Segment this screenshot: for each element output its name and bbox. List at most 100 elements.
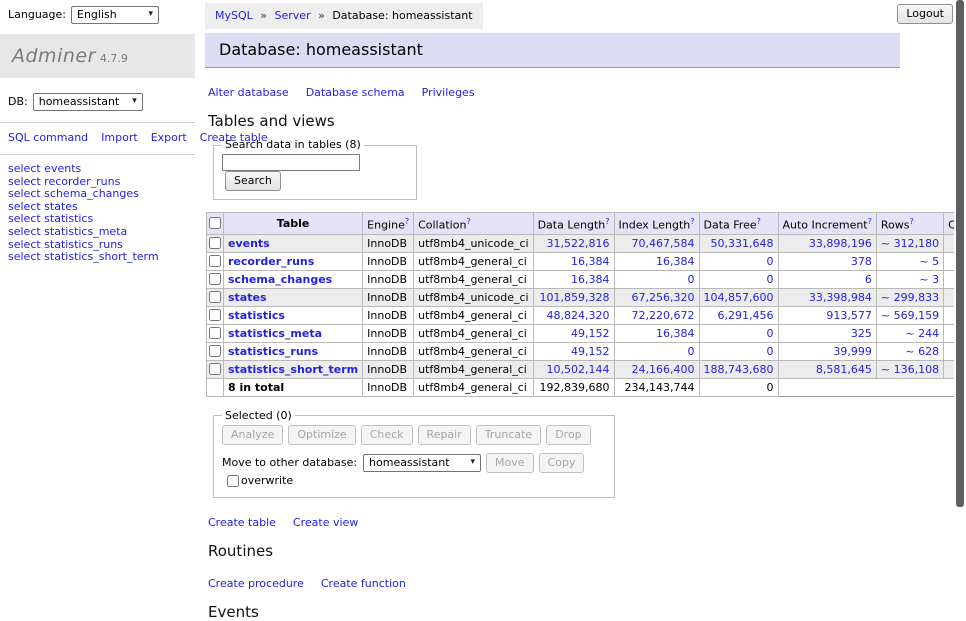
data-length-value[interactable]: 48,824,320: [547, 309, 610, 322]
drop-button[interactable]: Drop: [546, 425, 590, 445]
help-link[interactable]: ?: [868, 217, 872, 226]
rows-estimate-value[interactable]: ~ 628: [905, 345, 939, 358]
collation-cell: utf8mb4_general_ci: [414, 324, 533, 342]
scrollbar-thumb[interactable]: [956, 0, 964, 507]
help-link[interactable]: ?: [690, 217, 694, 226]
create-table-link[interactable]: Create table: [208, 516, 276, 529]
auto-increment-value[interactable]: 33,398,984: [809, 291, 872, 304]
row-checkbox[interactable]: [209, 273, 221, 285]
auto-increment-value[interactable]: 6: [865, 273, 872, 286]
help-link[interactable]: ?: [909, 217, 913, 226]
index-length-value[interactable]: 0: [688, 273, 695, 286]
rows-estimate-value[interactable]: ~ 244: [905, 327, 939, 340]
row-checkbox[interactable]: [209, 327, 221, 339]
sidebar-select-schema-changes[interactable]: select schema_changes: [8, 188, 187, 201]
sidebar-action-export[interactable]: Export: [151, 131, 187, 144]
sidebar-select-statistics-meta[interactable]: select statistics_meta: [8, 226, 187, 239]
data-length-value[interactable]: 101,859,328: [540, 291, 610, 304]
copy-button[interactable]: Copy: [539, 453, 585, 473]
data-length-value[interactable]: 16,384: [571, 273, 610, 286]
table-link-states[interactable]: states: [228, 291, 267, 304]
data-free-value[interactable]: 50,331,648: [711, 237, 774, 250]
data-length-value[interactable]: 10,502,144: [547, 363, 610, 376]
auto-increment-value[interactable]: 39,999: [833, 345, 872, 358]
breadcrumb-link-mysql[interactable]: MySQL: [215, 9, 253, 22]
search-button[interactable]: Search: [225, 171, 281, 191]
sidebar-select-events[interactable]: select events: [8, 163, 187, 176]
sidebar-action-sql-command[interactable]: SQL command: [8, 131, 88, 144]
create-function-link[interactable]: Create function: [321, 577, 406, 590]
rows-estimate-value[interactable]: ~ 3: [919, 273, 939, 286]
row-checkbox[interactable]: [209, 291, 221, 303]
selected-action-buttons: AnalyzeOptimize CheckRepairTruncateDrop: [222, 425, 606, 445]
data-free-value[interactable]: 104,857,600: [704, 291, 774, 304]
index-length-value[interactable]: 72,220,672: [632, 309, 695, 322]
move-button[interactable]: Move: [486, 453, 534, 473]
index-length-value[interactable]: 0: [688, 345, 695, 358]
table-name-cell: statistics_meta: [224, 324, 363, 342]
create-view-link[interactable]: Create view: [293, 516, 358, 529]
check-button[interactable]: Check: [361, 425, 413, 445]
scrollbar[interactable]: [954, 0, 966, 543]
index-length-value[interactable]: 16,384: [656, 327, 695, 340]
truncate-button[interactable]: Truncate: [476, 425, 541, 445]
rows-estimate-value[interactable]: ~ 569,159: [881, 309, 939, 322]
overwrite-checkbox[interactable]: [227, 475, 239, 487]
data-free-value[interactable]: 0: [767, 273, 774, 286]
data-free-value[interactable]: 0: [767, 255, 774, 268]
auto-increment-value[interactable]: 33,898,196: [809, 237, 872, 250]
sidebar-select-statistics-short-term[interactable]: select statistics_short_term: [8, 251, 187, 264]
table-link-statistics[interactable]: statistics: [228, 309, 285, 322]
auto-increment-value[interactable]: 8,581,645: [816, 363, 872, 376]
help-link[interactable]: ?: [605, 217, 609, 226]
optimize-button[interactable]: Optimize: [288, 425, 355, 445]
table-link-statistics-meta[interactable]: statistics_meta: [228, 327, 322, 340]
move-db-select[interactable]: ▾homeassistant: [363, 454, 481, 472]
breadcrumb-link-server[interactable]: Server: [275, 9, 311, 22]
rows-estimate-value[interactable]: ~ 312,180: [881, 237, 939, 250]
data-free-value[interactable]: 6,291,456: [718, 309, 774, 322]
data-free-value[interactable]: 0: [767, 327, 774, 340]
privileges-link[interactable]: Privileges: [422, 86, 475, 99]
row-checkbox[interactable]: [209, 363, 221, 375]
data-free-value[interactable]: 0: [767, 345, 774, 358]
data-free-value[interactable]: 188,743,680: [704, 363, 774, 376]
table-link-events[interactable]: events: [228, 237, 270, 250]
help-link[interactable]: ?: [757, 217, 761, 226]
help-link[interactable]: ?: [405, 217, 409, 226]
table-link-statistics-runs[interactable]: statistics_runs: [228, 345, 318, 358]
row-checkbox[interactable]: [209, 345, 221, 357]
table-link-statistics-short-term[interactable]: statistics_short_term: [228, 363, 358, 376]
auto-increment-value[interactable]: 378: [851, 255, 872, 268]
index-length-value[interactable]: 70,467,584: [632, 237, 695, 250]
rows-estimate-value[interactable]: ~ 136,108: [881, 363, 939, 376]
sidebar-action-import[interactable]: Import: [101, 131, 138, 144]
index-length-value[interactable]: 67,256,320: [632, 291, 695, 304]
help-link[interactable]: ?: [466, 217, 470, 226]
select-all-checkbox[interactable]: [209, 217, 221, 229]
auto-increment-value[interactable]: 913,577: [826, 309, 872, 322]
data-length-value[interactable]: 31,522,816: [547, 237, 610, 250]
database-schema-link[interactable]: Database schema: [306, 86, 405, 99]
language-select[interactable]: ▾English: [71, 6, 159, 24]
repair-button[interactable]: Repair: [418, 425, 471, 445]
create-procedure-link[interactable]: Create procedure: [208, 577, 304, 590]
data-free-cell: 6,291,456: [699, 306, 778, 324]
search-input[interactable]: [222, 154, 360, 171]
row-checkbox[interactable]: [209, 255, 221, 267]
rows-estimate-value[interactable]: ~ 5: [919, 255, 939, 268]
data-length-value[interactable]: 49,152: [571, 327, 610, 340]
table-link-recorder-runs[interactable]: recorder_runs: [228, 255, 314, 268]
index-length-value[interactable]: 24,166,400: [632, 363, 695, 376]
rows-estimate-value[interactable]: ~ 299,833: [881, 291, 939, 304]
data-length-value[interactable]: 16,384: [571, 255, 610, 268]
alter-database-link[interactable]: Alter database: [208, 86, 289, 99]
table-link-schema-changes[interactable]: schema_changes: [228, 273, 332, 286]
auto-increment-value[interactable]: 325: [851, 327, 872, 340]
db-select[interactable]: ▾homeassistant: [33, 93, 143, 111]
row-checkbox[interactable]: [209, 309, 221, 321]
data-length-value[interactable]: 49,152: [571, 345, 610, 358]
row-checkbox[interactable]: [209, 237, 221, 249]
index-length-value[interactable]: 16,384: [656, 255, 695, 268]
analyze-button[interactable]: Analyze: [222, 425, 283, 445]
